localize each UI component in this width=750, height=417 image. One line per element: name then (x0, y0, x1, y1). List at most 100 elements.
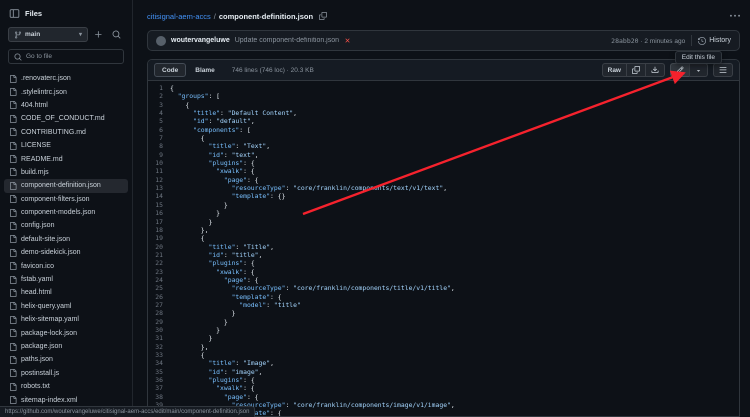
line-number[interactable]: 16 (148, 209, 170, 217)
history-button[interactable]: History (698, 36, 731, 45)
edit-file-button[interactable] (670, 63, 690, 77)
copy-file-icon[interactable] (626, 63, 646, 77)
go-to-file-box[interactable] (8, 49, 124, 64)
file-tree-item[interactable]: 404.html (4, 99, 128, 112)
commit-message-link[interactable]: Update component-definition.json (235, 37, 339, 44)
commit-author[interactable]: woutervangeluwe (171, 37, 230, 44)
branch-selector[interactable]: main ▾ (8, 27, 88, 42)
line-number[interactable]: 36 (148, 376, 170, 384)
code-line: 22 "plugins": { (148, 259, 739, 267)
file-icon (9, 342, 17, 351)
code-line: 18 }, (148, 226, 739, 234)
file-tree-item[interactable]: sitemap-index.xml (4, 393, 128, 406)
line-number[interactable]: 28 (148, 309, 170, 317)
file-name: sitemap-index.xml (21, 396, 78, 404)
line-number[interactable]: 34 (148, 359, 170, 367)
file-tree-item[interactable]: LICENSE (4, 139, 128, 152)
code-line: 9 "id": "text", (148, 151, 739, 159)
line-number[interactable]: 18 (148, 226, 170, 234)
avatar[interactable] (156, 35, 166, 46)
line-number[interactable]: 27 (148, 301, 170, 309)
file-tree-item[interactable]: .renovaterc.json (4, 72, 128, 85)
file-tree-item[interactable]: favicon.ico (4, 259, 128, 272)
more-options-icon[interactable] (730, 11, 740, 21)
copy-path-icon[interactable] (319, 12, 328, 20)
line-content: "page": { (223, 275, 259, 284)
line-number[interactable]: 5 (148, 117, 170, 125)
file-tree-item[interactable]: component-models.json (4, 206, 128, 219)
github-file-view: Files main ▾ .renovaterc.json.sty (0, 0, 750, 417)
line-number[interactable]: 3 (148, 101, 170, 109)
file-tree-item[interactable]: package.json (4, 340, 128, 353)
line-number[interactable]: 12 (148, 176, 170, 184)
edit-dropdown-button[interactable] (689, 63, 708, 77)
file-tree-item[interactable]: helix-query.yaml (4, 300, 128, 313)
line-number[interactable]: 9 (148, 151, 170, 159)
line-number[interactable]: 38 (148, 393, 170, 401)
line-number[interactable]: 10 (148, 159, 170, 167)
tab-code[interactable]: Code (154, 63, 187, 77)
line-number[interactable]: 26 (148, 293, 170, 301)
file-tree-item[interactable]: demo-sidekick.json (4, 246, 128, 259)
symbols-panel-icon[interactable] (713, 63, 733, 77)
line-number[interactable]: 20 (148, 243, 170, 251)
line-number[interactable]: 22 (148, 259, 170, 267)
line-number[interactable]: 2 (148, 92, 170, 100)
line-number[interactable]: 7 (148, 134, 170, 142)
line-content: "title": "Default Content", (193, 109, 298, 118)
line-number[interactable]: 33 (148, 351, 170, 359)
line-number[interactable]: 8 (148, 142, 170, 150)
line-number[interactable]: 23 (148, 268, 170, 276)
line-number[interactable]: 17 (148, 218, 170, 226)
line-content: "page": { (223, 392, 259, 401)
line-number[interactable]: 24 (148, 276, 170, 284)
line-number[interactable]: 1 (148, 84, 170, 92)
line-number[interactable]: 37 (148, 384, 170, 392)
line-number[interactable]: 21 (148, 251, 170, 259)
line-number[interactable]: 25 (148, 284, 170, 292)
file-tree-item[interactable]: config.json (4, 219, 128, 232)
file-tree-item[interactable]: component-definition.json (4, 179, 128, 193)
line-number[interactable]: 29 (148, 318, 170, 326)
raw-button[interactable]: Raw (601, 63, 627, 77)
file-tree-item[interactable]: helix-sitemap.yaml (4, 313, 128, 326)
file-name: head.html (21, 289, 52, 297)
file-tree-item[interactable]: README.md (4, 152, 128, 165)
code-line: 24 "page": { (148, 276, 739, 284)
file-tree-item[interactable]: fstab.yaml (4, 273, 128, 286)
commit-sha[interactable]: 28abb20 (611, 37, 638, 45)
line-number[interactable]: 30 (148, 326, 170, 334)
line-number[interactable]: 35 (148, 368, 170, 376)
file-tree-item[interactable]: CONTRIBUTING.md (4, 126, 128, 139)
line-number[interactable]: 32 (148, 343, 170, 351)
tab-blame[interactable]: Blame (187, 63, 223, 77)
file-tree-item[interactable]: CODE_OF_CONDUCT.md (4, 112, 128, 125)
line-number[interactable]: 31 (148, 334, 170, 342)
line-number[interactable]: 19 (148, 234, 170, 242)
line-number[interactable]: 6 (148, 126, 170, 134)
line-number[interactable]: 4 (148, 109, 170, 117)
file-tree-item[interactable]: build.mjs (4, 166, 128, 179)
line-number[interactable]: 11 (148, 167, 170, 175)
file-tree-item[interactable]: postinstall.js (4, 367, 128, 380)
line-content: "plugins": { (208, 376, 255, 385)
file-tree-item[interactable]: paths.json (4, 353, 128, 366)
line-number[interactable]: 14 (148, 192, 170, 200)
line-number[interactable]: 13 (148, 184, 170, 192)
check-failed-icon[interactable] (344, 37, 351, 44)
file-tree-item[interactable]: robots.txt (4, 380, 128, 393)
download-icon[interactable] (645, 63, 665, 77)
file-tree-item[interactable]: package-lock.json (4, 326, 128, 339)
go-to-file-input[interactable] (26, 53, 118, 60)
line-content: "xwalk": { (216, 167, 255, 176)
file-tree-item[interactable]: component-filters.json (4, 193, 128, 206)
line-number[interactable]: 15 (148, 201, 170, 209)
file-tree-item[interactable]: default-site.json (4, 233, 128, 246)
breadcrumb-repo-link[interactable]: citisignal-aem-accs (147, 12, 211, 21)
collapse-sidebar-icon[interactable] (9, 8, 20, 19)
code-line: 37 "xwalk": { (148, 384, 739, 392)
add-file-button[interactable] (91, 27, 106, 42)
file-tree-item[interactable]: .stylelintrc.json (4, 85, 128, 98)
search-files-button[interactable] (109, 27, 124, 42)
file-tree-item[interactable]: head.html (4, 286, 128, 299)
